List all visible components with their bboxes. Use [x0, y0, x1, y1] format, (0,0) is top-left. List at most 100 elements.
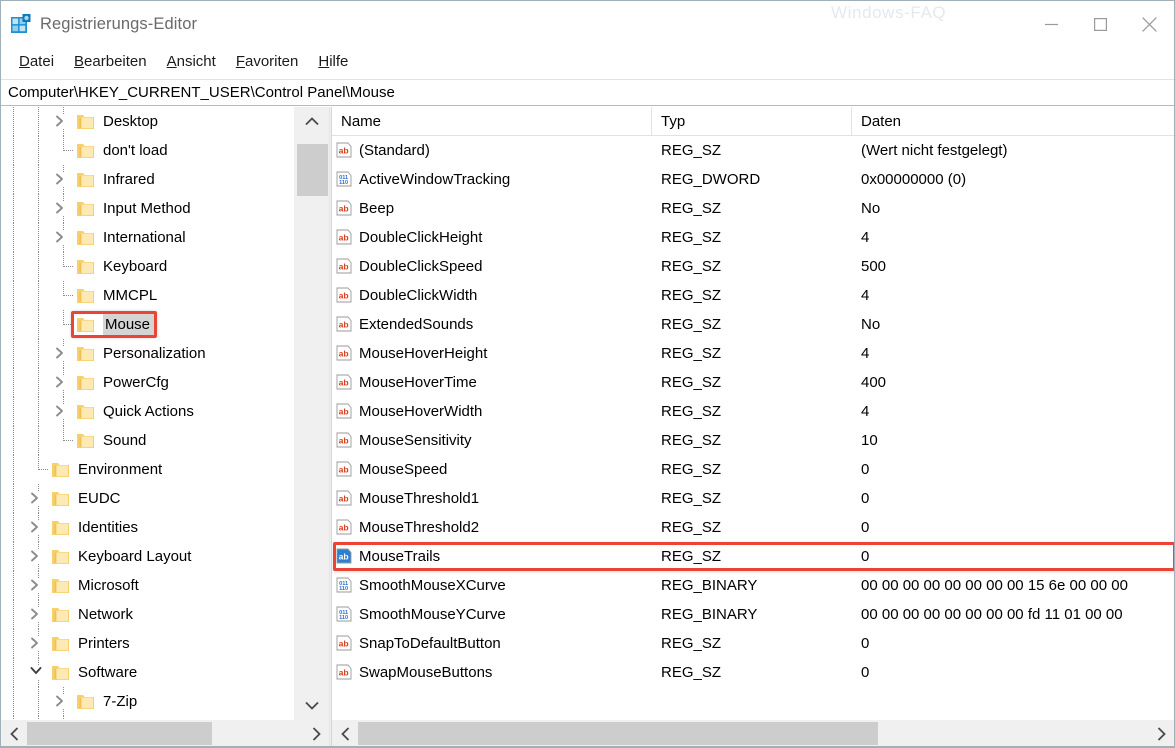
column-header-type[interactable]: Typ: [652, 107, 852, 136]
chevron-right-icon[interactable]: [55, 376, 69, 390]
chevron-right-icon[interactable]: [55, 695, 69, 709]
table-row[interactable]: abMouseThreshold2REG_SZ0: [332, 513, 1174, 542]
table-row[interactable]: 011110ActiveWindowTrackingREG_DWORD0x000…: [332, 165, 1174, 194]
string-value-icon: ab: [335, 316, 353, 334]
tree-item-mouse[interactable]: Mouse: [1, 310, 292, 339]
address-path: Computer\HKEY_CURRENT_USER\Control Panel…: [8, 84, 395, 101]
list-hscroll-thumb[interactable]: [358, 722, 878, 745]
tree-item-label: EUDC: [78, 490, 125, 507]
table-row[interactable]: abDoubleClickHeightREG_SZ4: [332, 223, 1174, 252]
tree-item-identities[interactable]: Identities: [1, 513, 292, 542]
svg-text:ab: ab: [339, 203, 349, 213]
table-row[interactable]: abMouseHoverHeightREG_SZ4: [332, 339, 1174, 368]
tree-item-label: Network: [78, 606, 137, 623]
chevron-right-icon[interactable]: [55, 231, 69, 245]
tree-horizontal-scrollbar[interactable]: [1, 720, 329, 747]
tree-item-input-method[interactable]: Input Method: [1, 194, 292, 223]
list-scroll-left-icon[interactable]: [332, 720, 358, 747]
table-row[interactable]: abSnapToDefaultButtonREG_SZ0: [332, 629, 1174, 658]
tree-item-7-zip[interactable]: 7-Zip: [1, 687, 292, 716]
column-header-data[interactable]: Daten: [852, 107, 1174, 136]
close-icon[interactable]: [1125, 1, 1174, 47]
menu-ansicht-accel: A: [167, 53, 177, 70]
registry-tree[interactable]: Desktopdon't loadInfraredInput MethodInt…: [1, 107, 292, 720]
menu-bearbeiten[interactable]: Bearbeiten: [64, 52, 157, 72]
chevron-right-icon[interactable]: [55, 347, 69, 361]
table-row[interactable]: abMouseHoverTimeREG_SZ400: [332, 368, 1174, 397]
tree-item-keyboard-layout[interactable]: Keyboard Layout: [1, 542, 292, 571]
chevron-right-icon[interactable]: [30, 550, 44, 564]
tree-item-quick-actions[interactable]: Quick Actions: [1, 397, 292, 426]
tree-item-environment[interactable]: Environment: [1, 455, 292, 484]
chevron-right-icon[interactable]: [55, 202, 69, 216]
table-row[interactable]: abExtendedSoundsREG_SZNo: [332, 310, 1174, 339]
table-row[interactable]: abMouseHoverWidthREG_SZ4: [332, 397, 1174, 426]
tree-hscroll-thumb[interactable]: [27, 722, 212, 745]
table-row[interactable]: abMouseSensitivityREG_SZ10: [332, 426, 1174, 455]
tree-item-keyboard[interactable]: Keyboard: [1, 252, 292, 281]
tree-item-network[interactable]: Network: [1, 600, 292, 629]
tree-guide-line: [13, 252, 14, 281]
maximize-icon[interactable]: [1076, 1, 1125, 47]
minimize-icon[interactable]: [1027, 1, 1076, 47]
folder-icon: [51, 635, 70, 652]
address-bar[interactable]: Computer\HKEY_CURRENT_USER\Control Panel…: [1, 79, 1174, 106]
tree-item-mmcpl[interactable]: MMCPL: [1, 281, 292, 310]
chevron-right-icon[interactable]: [30, 608, 44, 622]
svg-text:ab: ab: [339, 406, 349, 416]
chevron-right-icon[interactable]: [30, 579, 44, 593]
chevron-right-icon[interactable]: [55, 405, 69, 419]
tree-item-international[interactable]: International: [1, 223, 292, 252]
menu-hilfe[interactable]: Hilfe: [308, 52, 358, 72]
tree-item-label: Keyboard Layout: [78, 548, 195, 565]
chevron-right-icon[interactable]: [55, 115, 69, 129]
tree-item-eudc[interactable]: EUDC: [1, 484, 292, 513]
scroll-left-icon[interactable]: [1, 720, 27, 747]
tree-item-sound[interactable]: Sound: [1, 426, 292, 455]
chevron-right-icon[interactable]: [30, 637, 44, 651]
scroll-down-icon[interactable]: [294, 691, 329, 720]
tree-item-personalization[interactable]: Personalization: [1, 339, 292, 368]
table-row[interactable]: abMouseSpeedREG_SZ0: [332, 455, 1174, 484]
value-name-cell: abMouseSensitivity: [332, 432, 652, 450]
menu-ansicht[interactable]: Ansicht: [157, 52, 226, 72]
chevron-right-icon[interactable]: [30, 492, 44, 506]
table-row[interactable]: ab(Standard)REG_SZ(Wert nicht festgelegt…: [332, 136, 1174, 165]
tree-vertical-scrollbar[interactable]: [293, 107, 329, 720]
tree-item-infrared[interactable]: Infrared: [1, 165, 292, 194]
chevron-down-icon[interactable]: [30, 666, 44, 680]
chevron-right-icon[interactable]: [30, 521, 44, 535]
menu-datei[interactable]: Datei: [9, 52, 64, 72]
chevron-right-icon[interactable]: [55, 173, 69, 187]
table-row[interactable]: abDoubleClickSpeedREG_SZ500: [332, 252, 1174, 281]
tree-guide-line: [38, 455, 39, 470]
menu-hilfe-rest: ilfe: [329, 53, 348, 70]
tree-item-microsoft[interactable]: Microsoft: [1, 571, 292, 600]
table-row[interactable]: abSwapMouseButtonsREG_SZ0: [332, 658, 1174, 687]
tree-item-software[interactable]: Software: [1, 658, 292, 687]
table-row[interactable]: 011110SmoothMouseYCurveREG_BINARY00 00 0…: [332, 600, 1174, 629]
table-row[interactable]: abDoubleClickWidthREG_SZ4: [332, 281, 1174, 310]
list-horizontal-scrollbar[interactable]: [332, 720, 1174, 747]
table-row[interactable]: 011110SmoothMouseXCurveREG_BINARY00 00 0…: [332, 571, 1174, 600]
column-header-name[interactable]: Name: [332, 107, 652, 136]
value-data-cell: 0: [852, 664, 1174, 681]
table-row[interactable]: abMouseThreshold1REG_SZ0: [332, 484, 1174, 513]
scroll-right-icon[interactable]: [303, 720, 329, 747]
value-data-cell: 10: [852, 432, 1174, 449]
menu-favoriten[interactable]: Favoriten: [226, 52, 309, 72]
tree-scroll-thumb[interactable]: [297, 144, 328, 196]
tree-item-powercfg[interactable]: PowerCfg: [1, 368, 292, 397]
value-data-cell: 0: [852, 490, 1174, 507]
value-name-label: MouseSpeed: [359, 461, 447, 478]
table-row[interactable]: abMouseTrailsREG_SZ0: [332, 542, 1174, 571]
list-scroll-right-icon[interactable]: [1148, 720, 1174, 747]
tree-item-don-t-load[interactable]: don't load: [1, 136, 292, 165]
tree-item-printers[interactable]: Printers: [1, 629, 292, 658]
table-row[interactable]: abBeepREG_SZNo: [332, 194, 1174, 223]
scroll-up-icon[interactable]: [294, 107, 329, 136]
registry-values-list[interactable]: ab(Standard)REG_SZ(Wert nicht festgelegt…: [332, 136, 1174, 692]
tree-item-desktop[interactable]: Desktop: [1, 107, 292, 136]
tree-hscroll-track[interactable]: [27, 720, 303, 747]
list-hscroll-track[interactable]: [358, 720, 1148, 747]
